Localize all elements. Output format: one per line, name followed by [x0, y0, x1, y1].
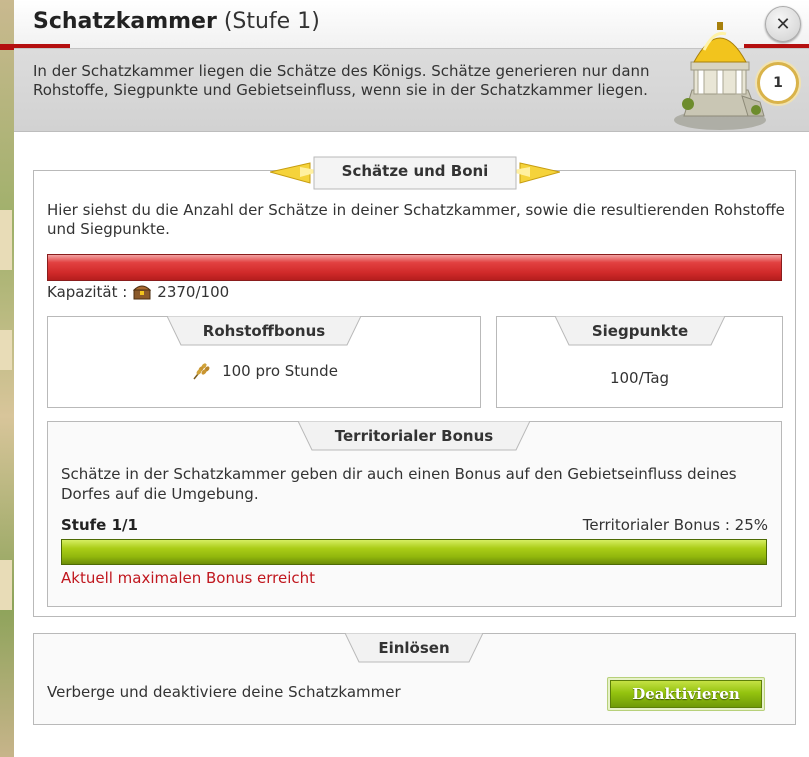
- resource-bonus-row: 100 pro Stunde: [48, 361, 480, 381]
- victory-points-heading: Siegpunkte: [591, 322, 689, 340]
- capacity-value: 2370/100: [157, 283, 230, 301]
- max-bonus-message: Aktuell maximalen Bonus erreicht: [61, 569, 316, 587]
- victory-points-value: 100/Tag: [609, 369, 670, 387]
- capacity-bar: [47, 254, 782, 281]
- territorial-bonus-box: Territorialer Bonus Schätze in der Schat…: [47, 421, 782, 607]
- deactivate-button[interactable]: Deaktivieren: [607, 677, 765, 711]
- territorial-heading: Territorialer Bonus: [334, 427, 494, 445]
- territorial-level: Stufe 1/1: [61, 516, 138, 534]
- redeem-heading: Einlösen: [378, 639, 450, 657]
- territorial-bonus-percent: Territorialer Bonus : 25%: [582, 516, 768, 534]
- capacity-row: Kapazität : 2370/100: [47, 283, 229, 301]
- building-description: In der Schatzkammer liegen die Schätze d…: [33, 62, 650, 99]
- dialog-title-name: Schatzkammer: [33, 9, 217, 34]
- territorial-description: Schätze in der Schatzkammer geben dir au…: [61, 465, 737, 503]
- capacity-label: Kapazität :: [47, 283, 128, 301]
- resource-bonus-value: 100 pro Stunde: [222, 362, 338, 380]
- treasures-panel: Schätze und Boni Hier siehst du die Anza…: [33, 156, 796, 617]
- close-icon: ✕: [775, 13, 791, 35]
- resource-bonus-heading: Rohstoffbonus: [202, 322, 326, 340]
- dialog-title-level: (Stufe 1): [223, 9, 320, 34]
- treasures-intro: Hier siehst du die Anzahl der Schätze in…: [47, 201, 785, 238]
- territorial-progress-bar: [61, 539, 767, 565]
- deactivate-button-label: Deaktivieren: [610, 680, 762, 708]
- redeem-description: Verberge und deaktiviere deine Schatzkam…: [47, 683, 401, 701]
- treasures-heading: Schätze und Boni: [341, 162, 489, 180]
- game-background: [0, 0, 14, 757]
- treasury-dialog: Schatzkammer (Stufe 1) ✕ In der Schatzka…: [0, 0, 809, 757]
- resource-bonus-box: Rohstoffbonus 100 pro Stunde: [47, 316, 481, 408]
- treasure-chest-icon: [133, 284, 152, 300]
- redeem-panel: Einlösen Verberge und deaktiviere deine …: [33, 633, 796, 725]
- victory-points-box: Siegpunkte 100/Tag: [496, 316, 783, 408]
- level-badge: 1: [757, 62, 799, 104]
- wheat-icon: [190, 361, 212, 381]
- dialog-title: Schatzkammer (Stufe 1): [33, 9, 320, 34]
